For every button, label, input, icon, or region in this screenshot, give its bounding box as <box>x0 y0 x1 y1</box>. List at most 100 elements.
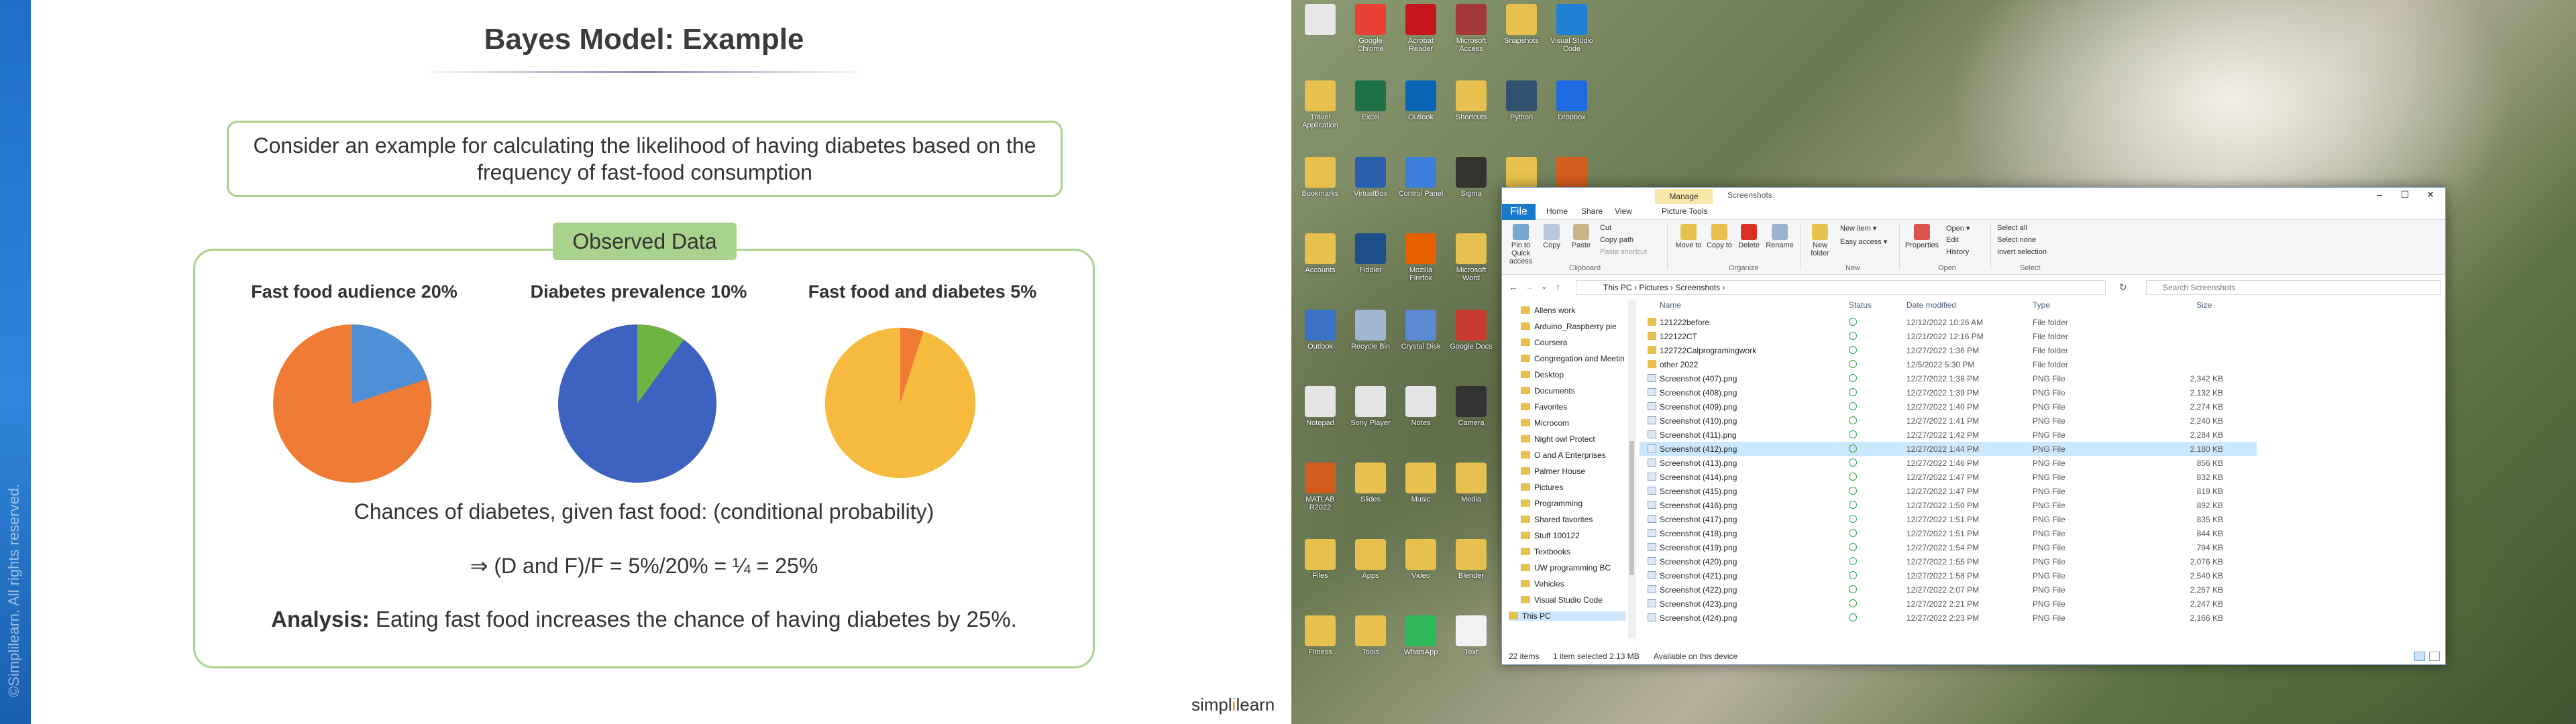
tab-view[interactable]: View <box>1615 206 1632 216</box>
large-icons-view-icon[interactable] <box>2429 652 2440 661</box>
tab-share[interactable]: Share <box>1581 206 1603 216</box>
history-button[interactable]: History <box>1946 248 1969 256</box>
nav-item[interactable]: Pictures <box>1521 483 1563 492</box>
table-row[interactable]: Screenshot (414).png 12/27/2022 1:47 PM PN… <box>1640 470 2257 484</box>
table-row[interactable]: Screenshot (415).png 12/27/2022 1:47 PM PN… <box>1640 484 2257 498</box>
desktop-icon[interactable]: Slides <box>1347 463 1394 519</box>
table-row[interactable]: Screenshot (416).png 12/27/2022 1:50 PM PN… <box>1640 498 2257 512</box>
back-arrow-icon[interactable]: ← <box>1509 282 1518 292</box>
column-date[interactable]: Date modified <box>1907 300 1956 310</box>
table-row[interactable]: Screenshot (408).png 12/27/2022 1:39 PM PN… <box>1640 385 2257 400</box>
tab-picture-tools[interactable]: Picture Tools <box>1662 206 1707 216</box>
paste-button[interactable]: Paste <box>1565 224 1597 249</box>
table-row[interactable]: Screenshot (411).png 12/27/2022 1:42 PM PN… <box>1640 428 2257 442</box>
tab-file[interactable]: File <box>1502 204 1536 220</box>
table-row[interactable]: Screenshot (420).png 12/27/2022 1:55 PM PN… <box>1640 554 2257 568</box>
table-row[interactable]: other 2022 12/5/2022 5:30 PM File folder <box>1640 357 2257 371</box>
desktop-icon[interactable]: Google Docs <box>1448 310 1495 366</box>
desktop-icon[interactable]: Crystal Disk <box>1397 310 1444 366</box>
desktop-icon[interactable]: Notes <box>1397 386 1444 442</box>
desktop-icon[interactable]: Control Panel <box>1397 157 1444 213</box>
desktop-icon[interactable]: WhatsApp <box>1397 615 1444 672</box>
copy-to-button[interactable]: Copy to <box>1703 224 1735 249</box>
close-icon[interactable]: ✕ <box>2418 189 2443 202</box>
desktop-icon[interactable]: Shortcuts <box>1448 80 1495 137</box>
desktop-icon[interactable]: MATLAB R2022 <box>1297 463 1344 519</box>
paste-shortcut-button[interactable]: Paste shortcut <box>1600 248 1647 256</box>
desktop-icon[interactable]: Bookmarks <box>1297 157 1344 213</box>
desktop-icon[interactable]: Visual Studio Code <box>1548 4 1595 60</box>
desktop-icon[interactable]: Fiddler <box>1347 233 1394 290</box>
desktop-icon[interactable]: Google Chrome <box>1347 4 1394 60</box>
easy-access-button[interactable]: Easy access ▾ <box>1840 237 1887 246</box>
select-all-button[interactable]: Select all <box>1997 224 2027 232</box>
invert-selection-button[interactable]: Invert selection <box>1997 248 2047 256</box>
nav-item[interactable]: Favorites <box>1521 402 1567 412</box>
nav-item[interactable]: Coursera <box>1521 338 1567 347</box>
desktop-icon[interactable]: Blender <box>1448 539 1495 595</box>
table-row[interactable]: 122722Calprogramingwork 12/27/2022 1:36 P… <box>1640 343 2257 357</box>
desktop-icon[interactable]: Apps <box>1347 539 1394 595</box>
desktop-icon[interactable]: Dropbox <box>1548 80 1595 137</box>
table-row[interactable]: Screenshot (421).png 12/27/2022 1:58 PM PN… <box>1640 568 2257 583</box>
nav-item[interactable]: Textbooks <box>1521 547 1570 556</box>
refresh-icon[interactable]: ↻ <box>2119 282 2127 293</box>
desktop-icon[interactable]: Mozilla Firefox <box>1397 233 1444 290</box>
desktop-icon[interactable]: Travel Application <box>1297 80 1344 137</box>
table-row[interactable]: Screenshot (413).png 12/27/2022 1:46 PM PN… <box>1640 456 2257 470</box>
desktop-icon[interactable]: Music <box>1397 463 1444 519</box>
desktop-icon[interactable]: Media <box>1448 463 1495 519</box>
recent-locations-icon[interactable]: ⌄ <box>1541 282 1548 291</box>
nav-item[interactable]: Night owl Protect <box>1521 434 1595 444</box>
desktop-icon[interactable]: Tools <box>1347 615 1394 672</box>
column-status[interactable]: Status <box>1849 300 1872 310</box>
table-row[interactable]: Screenshot (419).png 12/27/2022 1:54 PM PN… <box>1640 540 2257 554</box>
manage-tab[interactable]: Manage <box>1655 189 1713 204</box>
nav-item[interactable]: Documents <box>1521 386 1575 396</box>
table-row[interactable]: Screenshot (407).png 12/27/2022 1:38 PM PN… <box>1640 371 2257 385</box>
desktop-icon[interactable]: Sigma <box>1448 157 1495 213</box>
desktop-icon[interactable]: Acrobat Reader <box>1397 4 1444 60</box>
desktop-icon[interactable]: Fitness <box>1297 615 1344 672</box>
table-row[interactable]: Screenshot (418).png 12/27/2022 1:51 PM PN… <box>1640 526 2257 540</box>
table-row[interactable]: Screenshot (410).png 12/27/2022 1:41 PM PN… <box>1640 414 2257 428</box>
table-row[interactable]: Screenshot (422).png 12/27/2022 2:07 PM PN… <box>1640 583 2257 597</box>
up-arrow-icon[interactable]: ↑ <box>1556 282 1560 292</box>
new-folder-button[interactable]: New folder <box>1804 224 1836 257</box>
nav-item[interactable]: Desktop <box>1521 370 1564 379</box>
column-size[interactable]: Size <box>2196 300 2212 310</box>
new-item-button[interactable]: New item ▾ <box>1840 224 1876 233</box>
address-bar[interactable]: This PC › Pictures › Screenshots › <box>1576 280 2106 295</box>
column-name[interactable]: Name <box>1660 300 1681 310</box>
copy-button[interactable]: Copy <box>1536 224 1568 249</box>
desktop-icon[interactable]: Microsoft Access <box>1448 4 1495 60</box>
pin-quick-access-button[interactable]: Pin to Quick access <box>1505 224 1537 265</box>
nav-item[interactable]: Congregation and Meetin <box>1521 354 1625 363</box>
desktop-icon[interactable] <box>1297 4 1344 60</box>
desktop-icon[interactable]: Accounts <box>1297 233 1344 290</box>
table-row[interactable]: Screenshot (423).png 12/27/2022 2:21 PM PN… <box>1640 597 2257 611</box>
table-row[interactable]: Screenshot (417).png 12/27/2022 1:51 PM PN… <box>1640 512 2257 526</box>
nav-item[interactable]: Vehicles <box>1521 579 1564 589</box>
search-input[interactable]: Search Screenshots <box>2146 280 2441 295</box>
column-type[interactable]: Type <box>2033 300 2050 310</box>
nav-item[interactable]: Stuff 100122 <box>1521 531 1580 540</box>
nav-item[interactable]: Palmer House <box>1521 467 1585 476</box>
table-row[interactable]: Screenshot (412).png 12/27/2022 1:44 PM PN… <box>1640 442 2257 456</box>
maximize-icon[interactable]: ☐ <box>2393 189 2417 202</box>
desktop-icon[interactable]: Sony Player <box>1347 386 1394 442</box>
table-row[interactable]: 122122CT 12/21/2022 12:16 PM File folder <box>1640 329 2257 343</box>
table-row[interactable]: Screenshot (409).png 12/27/2022 1:40 PM PN… <box>1640 400 2257 414</box>
nav-item[interactable]: Arduino_Raspberry pie <box>1521 322 1617 331</box>
desktop-icon[interactable]: Snapshots <box>1498 4 1545 60</box>
forward-arrow-icon[interactable]: → <box>1525 282 1534 292</box>
desktop-icon[interactable]: Video <box>1397 539 1444 595</box>
properties-button[interactable]: Properties <box>1903 224 1941 249</box>
details-view-icon[interactable] <box>2414 652 2425 661</box>
table-row[interactable]: 121222before 12/12/2022 10:26 AM File fold… <box>1640 315 2257 329</box>
desktop-icon[interactable]: Microsoft Word <box>1448 233 1495 290</box>
desktop-icon[interactable]: Excel <box>1347 80 1394 137</box>
desktop-icon[interactable]: Files <box>1297 539 1344 595</box>
desktop-icon[interactable]: Camera <box>1448 386 1495 442</box>
desktop-icon[interactable]: Python <box>1498 80 1545 137</box>
